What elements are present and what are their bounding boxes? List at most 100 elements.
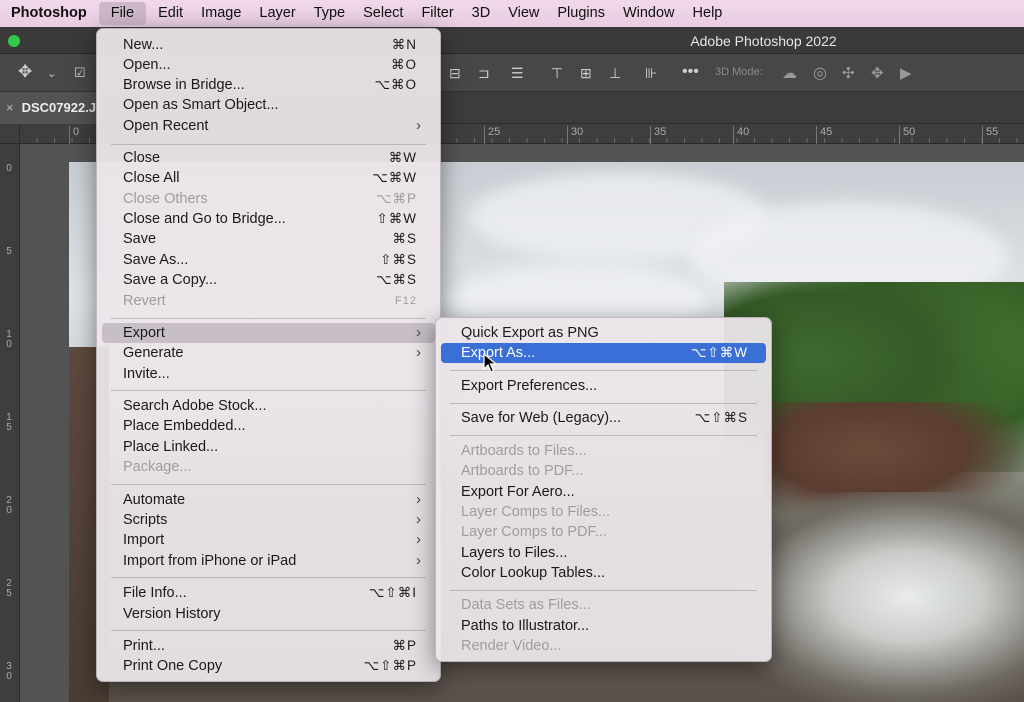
menu-item-label: Browse in Bridge...	[123, 77, 245, 93]
menu-item-label: Close	[123, 150, 161, 166]
menu-item-place-embedded[interactable]: Place Embedded...	[102, 416, 435, 436]
menu-item-browse-in-bridge[interactable]: Browse in Bridge... ⌥⌘O	[102, 75, 435, 95]
menu-item-import-from-iphone[interactable]: Import from iPhone or iPad ›	[102, 551, 435, 571]
menu-item-close-and-go-to-bridge[interactable]: Close and Go to Bridge... ⇧⌘W	[102, 209, 435, 229]
menu-item-render-video: Render Video...	[441, 636, 766, 656]
align-bottom-icon[interactable]: ⊥	[609, 65, 621, 82]
menu-item-label: Data Sets as Files...	[461, 597, 591, 613]
ruler-tick-label: 10	[6, 329, 12, 350]
menu-item-label: Color Lookup Tables...	[461, 565, 606, 581]
close-tab-icon[interactable]: ×	[6, 100, 14, 115]
menubar-edit[interactable]: Edit	[149, 0, 192, 27]
menu-item-file-info[interactable]: File Info... ⌥⇧⌘I	[102, 583, 435, 603]
menu-separator	[450, 403, 757, 404]
menu-item-open[interactable]: Open... ⌘O	[102, 55, 435, 75]
menu-separator	[450, 435, 757, 436]
chevron-right-icon: ›	[416, 511, 421, 528]
menubar-3d[interactable]: 3D	[463, 0, 500, 27]
menu-item-save[interactable]: Save ⌘S	[102, 229, 435, 249]
menu-item-label: Open as Smart Object...	[123, 97, 279, 113]
menu-item-label: Export As...	[461, 345, 536, 361]
menubar-plugins[interactable]: Plugins	[548, 0, 614, 27]
distribute-icon[interactable]: ☰	[511, 65, 524, 82]
photo-waterfall	[734, 492, 1024, 702]
menu-item-generate[interactable]: Generate ›	[102, 343, 435, 363]
menubar-filter[interactable]: Filter	[412, 0, 462, 27]
menu-item-color-lookup-tables[interactable]: Color Lookup Tables...	[441, 563, 766, 583]
menubar-select[interactable]: Select	[354, 0, 412, 27]
menu-item-open-as-smart-object[interactable]: Open as Smart Object...	[102, 95, 435, 115]
3d-slide-icon[interactable]: ✥	[871, 64, 884, 82]
chevron-right-icon: ›	[416, 491, 421, 508]
menu-item-close[interactable]: Close ⌘W	[102, 148, 435, 168]
menu-item-scripts[interactable]: Scripts ›	[102, 510, 435, 530]
menubar-help[interactable]: Help	[684, 0, 732, 27]
file-menu: New... ⌘N Open... ⌘O Browse in Bridge... ⌥⌘…	[96, 28, 441, 682]
menu-item-shortcut: ⇧⌘S	[380, 252, 417, 267]
menu-item-label: Render Video...	[461, 638, 562, 654]
menu-item-close-all[interactable]: Close All ⌥⌘W	[102, 168, 435, 188]
menu-item-label: Artboards to PDF...	[461, 463, 584, 479]
move-tool-icon[interactable]: ✥	[18, 62, 32, 82]
menu-item-label: Close Others	[123, 191, 208, 207]
ruler-tick-label: 25	[483, 126, 501, 144]
chevron-down-icon[interactable]: ⌄	[47, 67, 56, 80]
menu-item-shortcut: ⌥⌘S	[375, 272, 417, 287]
menu-item-save-for-web[interactable]: Save for Web (Legacy)... ⌥⇧⌘S	[441, 408, 766, 428]
menu-item-place-linked[interactable]: Place Linked...	[102, 437, 435, 457]
menu-item-save-a-copy[interactable]: Save a Copy... ⌥⌘S	[102, 270, 435, 290]
menu-item-label: Save a Copy...	[123, 272, 218, 288]
menu-item-shortcut: ⌥⇧⌘P	[363, 658, 417, 673]
menu-item-shortcut: ⌘S	[392, 231, 417, 246]
menu-item-export[interactable]: Export ›	[102, 323, 435, 343]
menubar-layer[interactable]: Layer	[250, 0, 304, 27]
menu-item-label: Print One Copy	[123, 658, 223, 674]
3d-scale-icon[interactable]: ▶	[900, 64, 912, 82]
menu-item-layer-comps-to-pdf: Layer Comps to PDF...	[441, 522, 766, 542]
menu-item-paths-to-illustrator[interactable]: Paths to Illustrator...	[441, 616, 766, 636]
menubar-type[interactable]: Type	[305, 0, 354, 27]
menu-item-layer-comps-to-files: Layer Comps to Files...	[441, 502, 766, 522]
menubar-window[interactable]: Window	[614, 0, 684, 27]
menu-item-import[interactable]: Import ›	[102, 530, 435, 550]
menubar-file[interactable]: File	[98, 2, 147, 25]
menu-item-label: Close All	[123, 170, 180, 186]
menu-item-label: Print...	[123, 638, 165, 654]
align-vertical-center-icon[interactable]: ⊟	[449, 65, 461, 82]
align-top-icon[interactable]: ⊤	[551, 65, 563, 82]
3d-orbit-icon[interactable]: ☁	[782, 64, 797, 82]
menu-item-search-adobe-stock[interactable]: Search Adobe Stock...	[102, 396, 435, 416]
menubar-app-photoshop[interactable]: Photoshop	[0, 0, 96, 27]
menu-item-artboards-to-pdf: Artboards to PDF...	[441, 461, 766, 481]
menu-item-export-preferences[interactable]: Export Preferences...	[441, 376, 766, 396]
menu-item-export-for-aero[interactable]: Export For Aero...	[441, 482, 766, 502]
menu-item-version-history[interactable]: Version History	[102, 604, 435, 624]
menu-item-invite[interactable]: Invite...	[102, 364, 435, 384]
menubar-image[interactable]: Image	[192, 0, 250, 27]
3d-pan-icon[interactable]: ✣	[842, 64, 855, 82]
align-right-icon[interactable]: ⊐	[478, 65, 490, 82]
menu-item-save-as[interactable]: Save As... ⇧⌘S	[102, 250, 435, 270]
menu-item-new[interactable]: New... ⌘N	[102, 35, 435, 55]
menu-item-print[interactable]: Print... ⌘P	[102, 636, 435, 656]
3d-roll-icon[interactable]: ◎	[813, 63, 827, 83]
menubar: Photoshop File Edit Image Layer Type Sel…	[0, 0, 1024, 27]
menu-item-automate[interactable]: Automate ›	[102, 490, 435, 510]
menu-item-layers-to-files[interactable]: Layers to Files...	[441, 543, 766, 563]
more-options-icon[interactable]: •••	[682, 63, 699, 81]
document-tab[interactable]: × DSC07922.J	[0, 92, 100, 124]
menu-item-label: Place Linked...	[123, 439, 219, 455]
auto-select-checkbox-icon[interactable]: ☑	[74, 65, 86, 81]
align-middle-icon[interactable]: ⊞	[580, 65, 592, 82]
menubar-view[interactable]: View	[499, 0, 548, 27]
menu-item-label: New...	[123, 37, 164, 53]
distribute-spacing-icon[interactable]: ⊪	[645, 65, 657, 82]
menu-item-quick-export-png[interactable]: Quick Export as PNG	[441, 323, 766, 343]
menu-item-label: Open...	[123, 57, 171, 73]
menu-item-shortcut: ⌘O	[390, 57, 417, 72]
menu-item-print-one-copy[interactable]: Print One Copy ⌥⇧⌘P	[102, 656, 435, 676]
ruler-tick-label: 0	[68, 126, 80, 144]
ruler-vertical[interactable]: 0 5 10 15 20 25 30	[0, 144, 20, 702]
menu-item-data-sets-as-files: Data Sets as Files...	[441, 595, 766, 615]
menu-item-open-recent[interactable]: Open Recent ›	[102, 116, 435, 136]
